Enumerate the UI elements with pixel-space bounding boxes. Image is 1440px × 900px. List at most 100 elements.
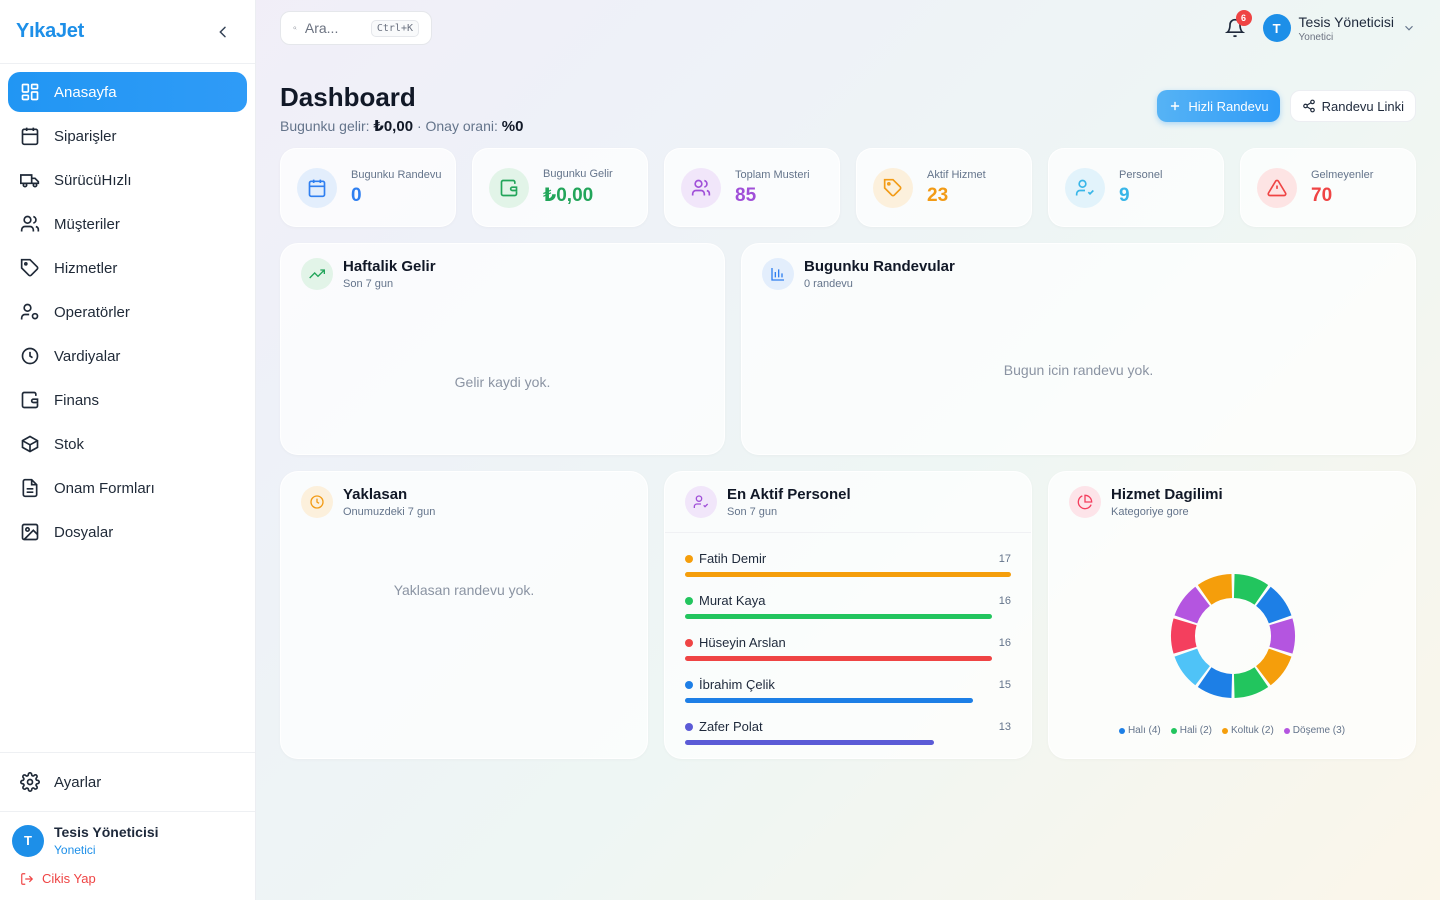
sidebar-item-operatorler[interactable]: Operatörler <box>8 292 247 332</box>
legend-label: Hali (2) <box>1179 725 1212 736</box>
quick-appointment-label: Hizli Randevu <box>1188 98 1269 114</box>
user-role: Yonetici <box>1298 31 1334 43</box>
card-title: En Aktif Personel <box>727 486 851 503</box>
card-header: Bugunku Randevular 0 randevu <box>742 244 1415 304</box>
clock-icon <box>301 486 333 518</box>
legend-label: Halı (4) <box>1127 725 1161 736</box>
staff-color-dot <box>685 596 693 605</box>
sidebar-item-anasayfa[interactable]: Anasayfa <box>8 72 247 112</box>
staff-name-text: Fatih Demir <box>699 551 767 566</box>
search-box[interactable]: Ctrl+K <box>280 11 432 45</box>
staff-count: 15 <box>998 678 1011 691</box>
staff-bar <box>685 614 992 619</box>
topbar-right: 6 T Tesis Yöneticisi Yonetici <box>1224 10 1416 43</box>
sidebar-item-label: Dosyalar <box>54 523 114 541</box>
approval-value: %0 <box>501 118 524 135</box>
page-header: Dashboard Bugunku gelir: ₺0,00 · Onay or… <box>280 80 1416 144</box>
approval-label: · Onay orani: <box>416 118 498 134</box>
legend-label: Koltuk (2) <box>1230 725 1274 736</box>
notifications-button[interactable]: 6 <box>1224 10 1252 38</box>
staff-row: İbrahim Çelik 15 <box>685 677 1011 703</box>
legend-item: Koltuk (2) <box>1221 725 1274 736</box>
stat-label: Personel <box>1119 168 1163 181</box>
staff-name-text: Hüseyin Arslan <box>699 635 786 650</box>
search-shortcut: Ctrl+K <box>370 19 419 37</box>
staff-name: Zafer Polat <box>685 719 763 734</box>
collapse-sidebar-icon[interactable] <box>215 24 231 40</box>
stat-label: Bugunku Gelir <box>543 168 613 180</box>
stat-card-active-services[interactable]: Aktif Hizmet 23 <box>856 148 1032 227</box>
card-subtitle: Son 7 gun <box>727 506 778 518</box>
staff-name-text: İbrahim Çelik <box>699 677 775 692</box>
sidebar-item-vardiyalar[interactable]: Vardiyalar <box>8 336 247 376</box>
user-check-icon <box>1065 167 1105 208</box>
card-header: Hizmet Dagilimi Kategoriye gore <box>1049 472 1415 532</box>
sidebar-user[interactable]: T Tesis Yöneticisi Yonetici <box>12 824 243 857</box>
page-subtitle: Bugunku gelir: ₺0,00 · Onay orani: %0 <box>280 117 523 135</box>
stat-card-total-customers[interactable]: Toplam Musteri 85 <box>664 148 840 227</box>
staff-color-dot <box>685 722 693 731</box>
users-icon <box>20 215 40 232</box>
sidebar-item-siparisler[interactable]: Siparişler <box>8 116 247 156</box>
avatar: T <box>12 824 44 857</box>
sidebar-item-surucu[interactable]: SürücüHızlı <box>8 160 247 200</box>
sidebar-item-ayarlar[interactable]: Ayarlar <box>8 762 247 802</box>
sidebar-item-musteriler[interactable]: Müşteriler <box>8 204 247 244</box>
sidebar-footer: Ayarlar T Tesis Yöneticisi Yonetici Ciki… <box>0 752 255 900</box>
user-role: Yonetici <box>54 843 96 857</box>
sidebar-item-onam-formlari[interactable]: Onam Formları <box>8 468 247 508</box>
today-appointments-card: Bugunku Randevular 0 randevu Bugun icin … <box>741 243 1416 455</box>
logout-button[interactable]: Cikis Yap <box>20 871 243 886</box>
header-actions: Hizli Randevu Randevu Linki <box>1157 90 1416 122</box>
search-input[interactable] <box>304 20 363 36</box>
staff-color-dot <box>685 680 693 689</box>
staff-name: Murat Kaya <box>685 593 765 608</box>
sidebar-item-label: Ayarlar <box>54 773 102 791</box>
settings-section: Ayarlar <box>0 752 255 811</box>
stat-value: ₺0,00 <box>543 185 594 206</box>
stat-card-staff[interactable]: Personel 9 <box>1048 148 1224 227</box>
staff-name: Fatih Demir <box>685 551 766 566</box>
sidebar-item-label: Operatörler <box>54 303 130 321</box>
sidebar: YıkaJet Anasayfa Siparişler SürücüHızlı … <box>0 0 256 900</box>
truck-icon <box>20 174 40 188</box>
sidebar-item-label: Siparişler <box>54 127 117 145</box>
package-icon <box>21 435 39 453</box>
legend-dot <box>1221 727 1228 734</box>
alert-triangle-icon <box>1257 167 1297 208</box>
card-title: Yaklasan <box>343 486 408 503</box>
sidebar-item-hizmetler[interactable]: Hizmetler <box>8 248 247 288</box>
sidebar-item-label: Finans <box>54 391 100 409</box>
sidebar-item-label: SürücüHızlı <box>54 171 132 189</box>
donut-segment[interactable] <box>1269 618 1295 654</box>
empty-state: Gelir kaydi yok. <box>454 374 551 390</box>
sidebar-item-dosyalar[interactable]: Dosyalar <box>8 512 247 552</box>
sidebar-item-label: Hizmetler <box>54 259 118 277</box>
appointment-link-button[interactable]: Randevu Linki <box>1289 90 1416 122</box>
user-menu[interactable]: T Tesis Yöneticisi Yonetici <box>1262 14 1416 43</box>
staff-name: İbrahim Çelik <box>685 677 775 692</box>
sidebar-user-box: T Tesis Yöneticisi Yonetici Cikis Yap <box>0 811 255 900</box>
stats-row: Bugunku Randevu 0 Bugunku Gelir ₺0,00 To… <box>280 148 1416 227</box>
staff-row: Fatih Demir 17 <box>685 551 1011 577</box>
sidebar-item-finans[interactable]: Finans <box>8 380 247 420</box>
wallet-icon <box>21 391 39 409</box>
stat-value: 85 <box>735 184 757 206</box>
donut-segment[interactable] <box>1171 618 1197 654</box>
user-check-icon <box>685 486 717 518</box>
legend-dot <box>1170 727 1177 734</box>
file-text-icon <box>22 478 38 498</box>
sidebar-nav: Anasayfa Siparişler SürücüHızlı Müşteril… <box>0 64 255 552</box>
stat-card-today-appointments[interactable]: Bugunku Randevu 0 <box>280 148 456 227</box>
stat-card-today-income[interactable]: Bugunku Gelir ₺0,00 <box>472 148 648 227</box>
service-distribution-card: Hizmet Dagilimi Kategoriye gore Halı (4)… <box>1048 471 1416 759</box>
stat-card-no-shows[interactable]: Gelmeyenler 70 <box>1240 148 1416 227</box>
staff-count: 16 <box>998 636 1011 649</box>
user-cog-icon <box>20 303 39 320</box>
card-subtitle: Son 7 gun <box>343 278 394 290</box>
sidebar-item-stok[interactable]: Stok <box>8 424 247 464</box>
legend-label: Döşeme (3) <box>1292 725 1346 736</box>
quick-appointment-button[interactable]: Hizli Randevu <box>1157 90 1280 122</box>
staff-bar <box>685 572 1011 577</box>
service-donut-chart <box>1171 574 1295 698</box>
